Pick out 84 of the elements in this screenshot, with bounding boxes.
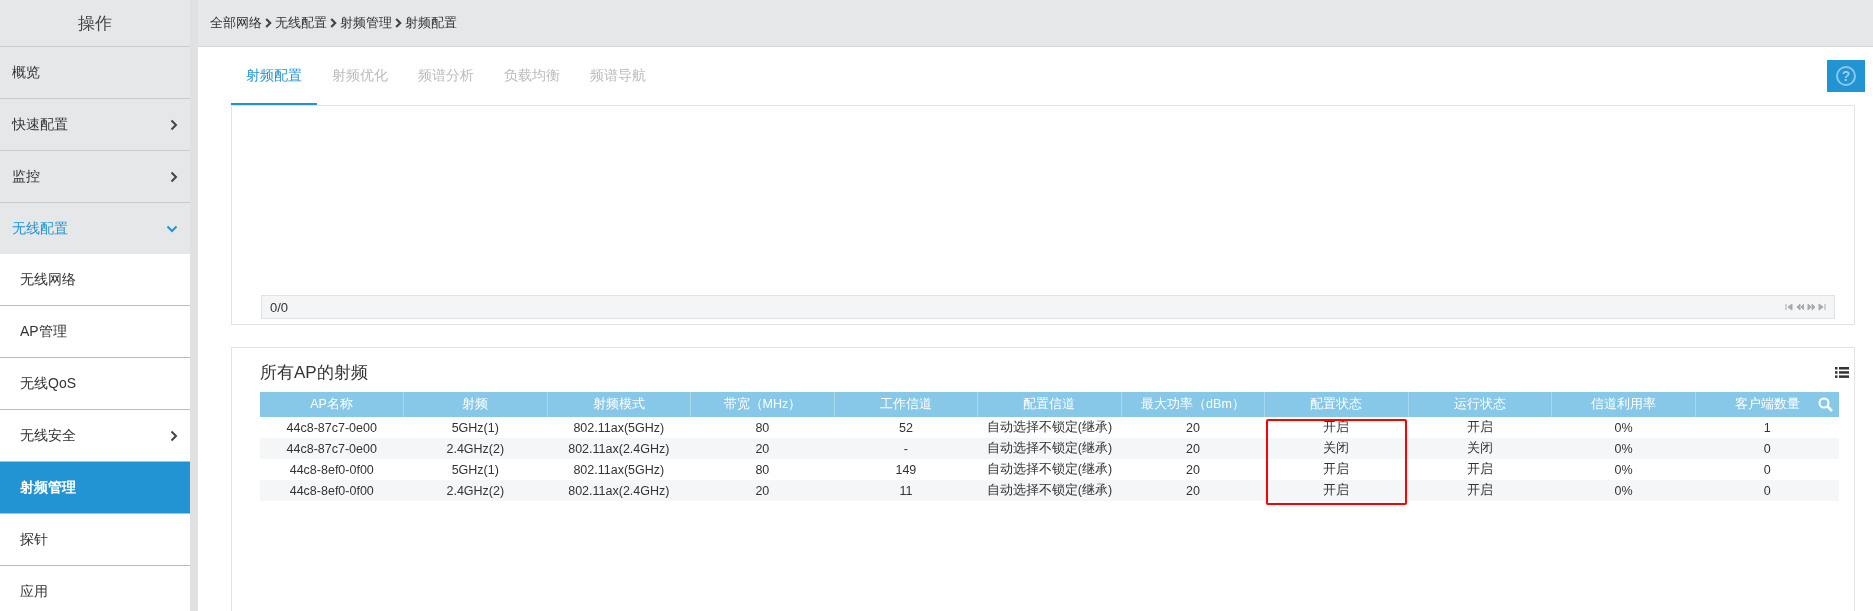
column-header: 配置信道 [977, 392, 1122, 417]
table-cell: 0% [1551, 459, 1696, 480]
table-cell: 1 [1695, 417, 1839, 438]
table-cell: 开启 [1408, 459, 1552, 480]
table-cell: 开启 [1264, 480, 1409, 501]
table-cell: 80 [690, 459, 835, 480]
column-header: 运行状态 [1408, 392, 1552, 417]
breadcrumb-link[interactable]: 射频配置 [405, 14, 457, 32]
sidebar-subitem[interactable]: 无线QoS [0, 358, 190, 410]
table-cell: 自动选择不锁定(继承) [977, 480, 1122, 501]
table-cell: 20 [690, 438, 835, 459]
table-cell: 5GHz(1) [403, 459, 548, 480]
sidebar-subitem[interactable]: 应用 [0, 566, 190, 611]
list-icon[interactable] [1835, 366, 1849, 378]
column-header: 最大功率（dBm） [1121, 392, 1265, 417]
table-cell: 自动选择不锁定(继承) [977, 438, 1122, 459]
table-cell: - [834, 438, 978, 459]
sidebar-title: 操作 [0, 0, 190, 47]
table-cell: 20 [1121, 417, 1265, 438]
sidebar-item[interactable]: 快速配置 [0, 99, 190, 151]
chevron-right-icon [170, 118, 178, 131]
column-header: 工作信道 [834, 392, 978, 417]
table-cell: 5GHz(1) [403, 417, 548, 438]
table-cell: 开启 [1264, 459, 1409, 480]
table-cell: 802.11ax(2.4GHz) [547, 438, 691, 459]
table-cell: 开启 [1408, 480, 1552, 501]
sidebar-item[interactable]: 监控 [0, 151, 190, 203]
sidebar-subitem[interactable]: 探针 [0, 514, 190, 566]
column-header: 射频模式 [547, 392, 691, 417]
table-cell: 0% [1551, 417, 1696, 438]
sidebar-subitem[interactable]: 无线网络 [0, 254, 190, 306]
breadcrumb-link[interactable]: 无线配置 [275, 14, 327, 32]
column-header: 配置状态 [1264, 392, 1409, 417]
column-header: 信道利用率 [1551, 392, 1696, 417]
table-cell: 2.4GHz(2) [403, 480, 548, 501]
table-cell: 80 [690, 417, 835, 438]
previous-page-icon[interactable] [1796, 303, 1804, 311]
table-cell: 149 [834, 459, 978, 480]
table-cell: 2.4GHz(2) [403, 438, 548, 459]
table-cell: 关闭 [1264, 438, 1409, 459]
sidebar-subitem[interactable]: 无线安全 [0, 410, 190, 462]
table-cell: 开启 [1264, 417, 1409, 438]
table-cell: 开启 [1408, 417, 1552, 438]
next-page-icon[interactable] [1807, 303, 1815, 311]
sidebar-subitem[interactable]: AP管理 [0, 306, 190, 358]
table-cell: 20 [690, 480, 835, 501]
last-page-icon[interactable] [1818, 303, 1826, 311]
column-header: 客户端数量 [1695, 392, 1839, 417]
chevron-right-icon [170, 170, 178, 183]
table-cell: 0 [1695, 459, 1839, 480]
chevron-right-icon [395, 18, 402, 28]
table-cell: 44c8-8ef0-0f00 [260, 459, 404, 480]
table-cell: 44c8-8ef0-0f00 [260, 480, 404, 501]
chevron-right-icon [330, 18, 337, 28]
table-cell: 关闭 [1408, 438, 1552, 459]
table-cell: 0% [1551, 438, 1696, 459]
chevron-right-icon [170, 429, 178, 442]
page-counter: 0/0 [270, 299, 289, 315]
table-cell: 20 [1121, 459, 1265, 480]
column-header: AP名称 [260, 392, 404, 417]
chevron-down-icon [166, 224, 178, 233]
column-header: 带宽（MHz） [690, 392, 835, 417]
column-header: 射频 [403, 392, 548, 417]
table-cell: 20 [1121, 480, 1265, 501]
table-cell: 0 [1695, 480, 1839, 501]
sidebar-item[interactable]: 概览 [0, 47, 190, 99]
table-cell: 11 [834, 480, 978, 501]
search-icon[interactable] [1818, 397, 1833, 412]
table-cell: 802.11ax(5GHz) [547, 459, 691, 480]
table-cell: 20 [1121, 438, 1265, 459]
table-cell: 0 [1695, 438, 1839, 459]
breadcrumb-link[interactable]: 全部网络 [210, 14, 262, 32]
table-cell: 自动选择不锁定(继承) [977, 459, 1122, 480]
table-cell: 52 [834, 417, 978, 438]
chevron-right-icon [265, 18, 272, 28]
panel-title: 所有AP的射频 [260, 361, 368, 384]
table-cell: 802.11ax(5GHz) [547, 417, 691, 438]
table-cell: 44c8-87c7-0e00 [260, 438, 404, 459]
breadcrumb-link[interactable]: 射频管理 [340, 14, 392, 32]
table-cell: 自动选择不锁定(继承) [977, 417, 1122, 438]
table-cell: 44c8-87c7-0e00 [260, 417, 404, 438]
table-cell: 0% [1551, 480, 1696, 501]
table-cell: 802.11ax(2.4GHz) [547, 480, 691, 501]
first-page-icon[interactable] [1785, 303, 1793, 311]
